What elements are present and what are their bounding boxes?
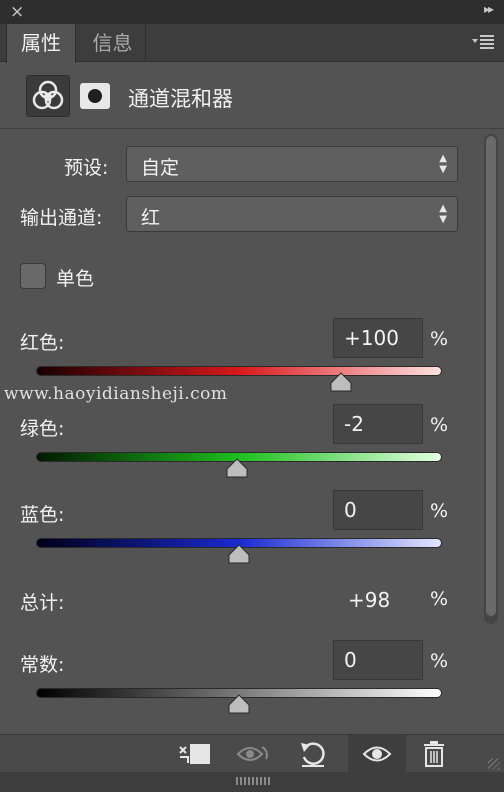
blue-label: 蓝色:: [20, 504, 65, 526]
blue-slider-thumb[interactable]: [228, 544, 250, 564]
blue-percent: %: [430, 500, 449, 522]
adjustment-title: 通道混和器: [128, 87, 233, 111]
red-label: 红色:: [20, 332, 65, 354]
collapse-icon[interactable]: ▸▸: [484, 2, 494, 16]
scrollbar[interactable]: [484, 134, 498, 624]
reset-icon[interactable]: [298, 739, 328, 769]
red-percent: %: [430, 328, 449, 350]
output-channel-label: 输出通道:: [20, 207, 103, 229]
constant-percent: %: [430, 650, 449, 672]
total-percent: %: [430, 588, 449, 610]
visibility-eye-icon[interactable]: [362, 739, 392, 769]
red-slider-thumb[interactable]: [330, 372, 352, 392]
blue-value-input[interactable]: 0: [333, 490, 423, 530]
scrollbar-thumb[interactable]: [486, 136, 496, 616]
resize-corner-icon[interactable]: [488, 758, 500, 770]
tab-info[interactable]: 信息: [80, 24, 146, 62]
select-arrows-icon: ▲ ▼: [439, 203, 447, 225]
tab-bar: 属性 信息: [0, 24, 504, 63]
tab-properties[interactable]: 属性: [6, 24, 76, 63]
constant-label: 常数:: [20, 654, 65, 676]
watermark-text: www.haoyidiansheji.com: [4, 384, 228, 404]
panel-titlebar: × ▸▸: [0, 0, 504, 24]
select-arrows-icon: ▲ ▼: [439, 153, 447, 175]
monochrome-label: 单色: [56, 268, 95, 290]
total-value: +98: [348, 588, 391, 612]
clip-to-layer-icon[interactable]: [176, 739, 210, 769]
preset-select[interactable]: 自定 ▲ ▼: [126, 146, 458, 182]
green-percent: %: [430, 414, 449, 436]
red-value-input[interactable]: +100: [333, 318, 423, 358]
constant-value-input[interactable]: 0: [333, 640, 423, 680]
panel-menu-icon[interactable]: [472, 34, 494, 50]
bottom-toolbar: [0, 734, 504, 773]
grip-lines: [236, 777, 272, 785]
channel-mixer-icon[interactable]: [26, 75, 70, 117]
total-label: 总计:: [20, 592, 65, 614]
green-value-input[interactable]: -2: [333, 404, 423, 444]
resize-grip[interactable]: [0, 772, 504, 792]
monochrome-checkbox[interactable]: [20, 263, 46, 289]
view-previous-icon[interactable]: [236, 739, 268, 769]
green-slider-thumb[interactable]: [226, 458, 248, 478]
preset-label: 预设:: [64, 157, 109, 179]
green-label: 绿色:: [20, 418, 65, 440]
trash-icon[interactable]: [420, 739, 450, 769]
adjustment-header: 通道混和器: [0, 63, 504, 129]
red-slider-track[interactable]: [36, 366, 442, 376]
output-channel-value: 红: [141, 207, 161, 229]
constant-slider-thumb[interactable]: [228, 694, 250, 714]
output-channel-select[interactable]: 红 ▲ ▼: [126, 196, 458, 232]
close-icon[interactable]: ×: [10, 1, 24, 23]
mask-icon[interactable]: [80, 83, 110, 109]
preset-value: 自定: [141, 157, 180, 179]
